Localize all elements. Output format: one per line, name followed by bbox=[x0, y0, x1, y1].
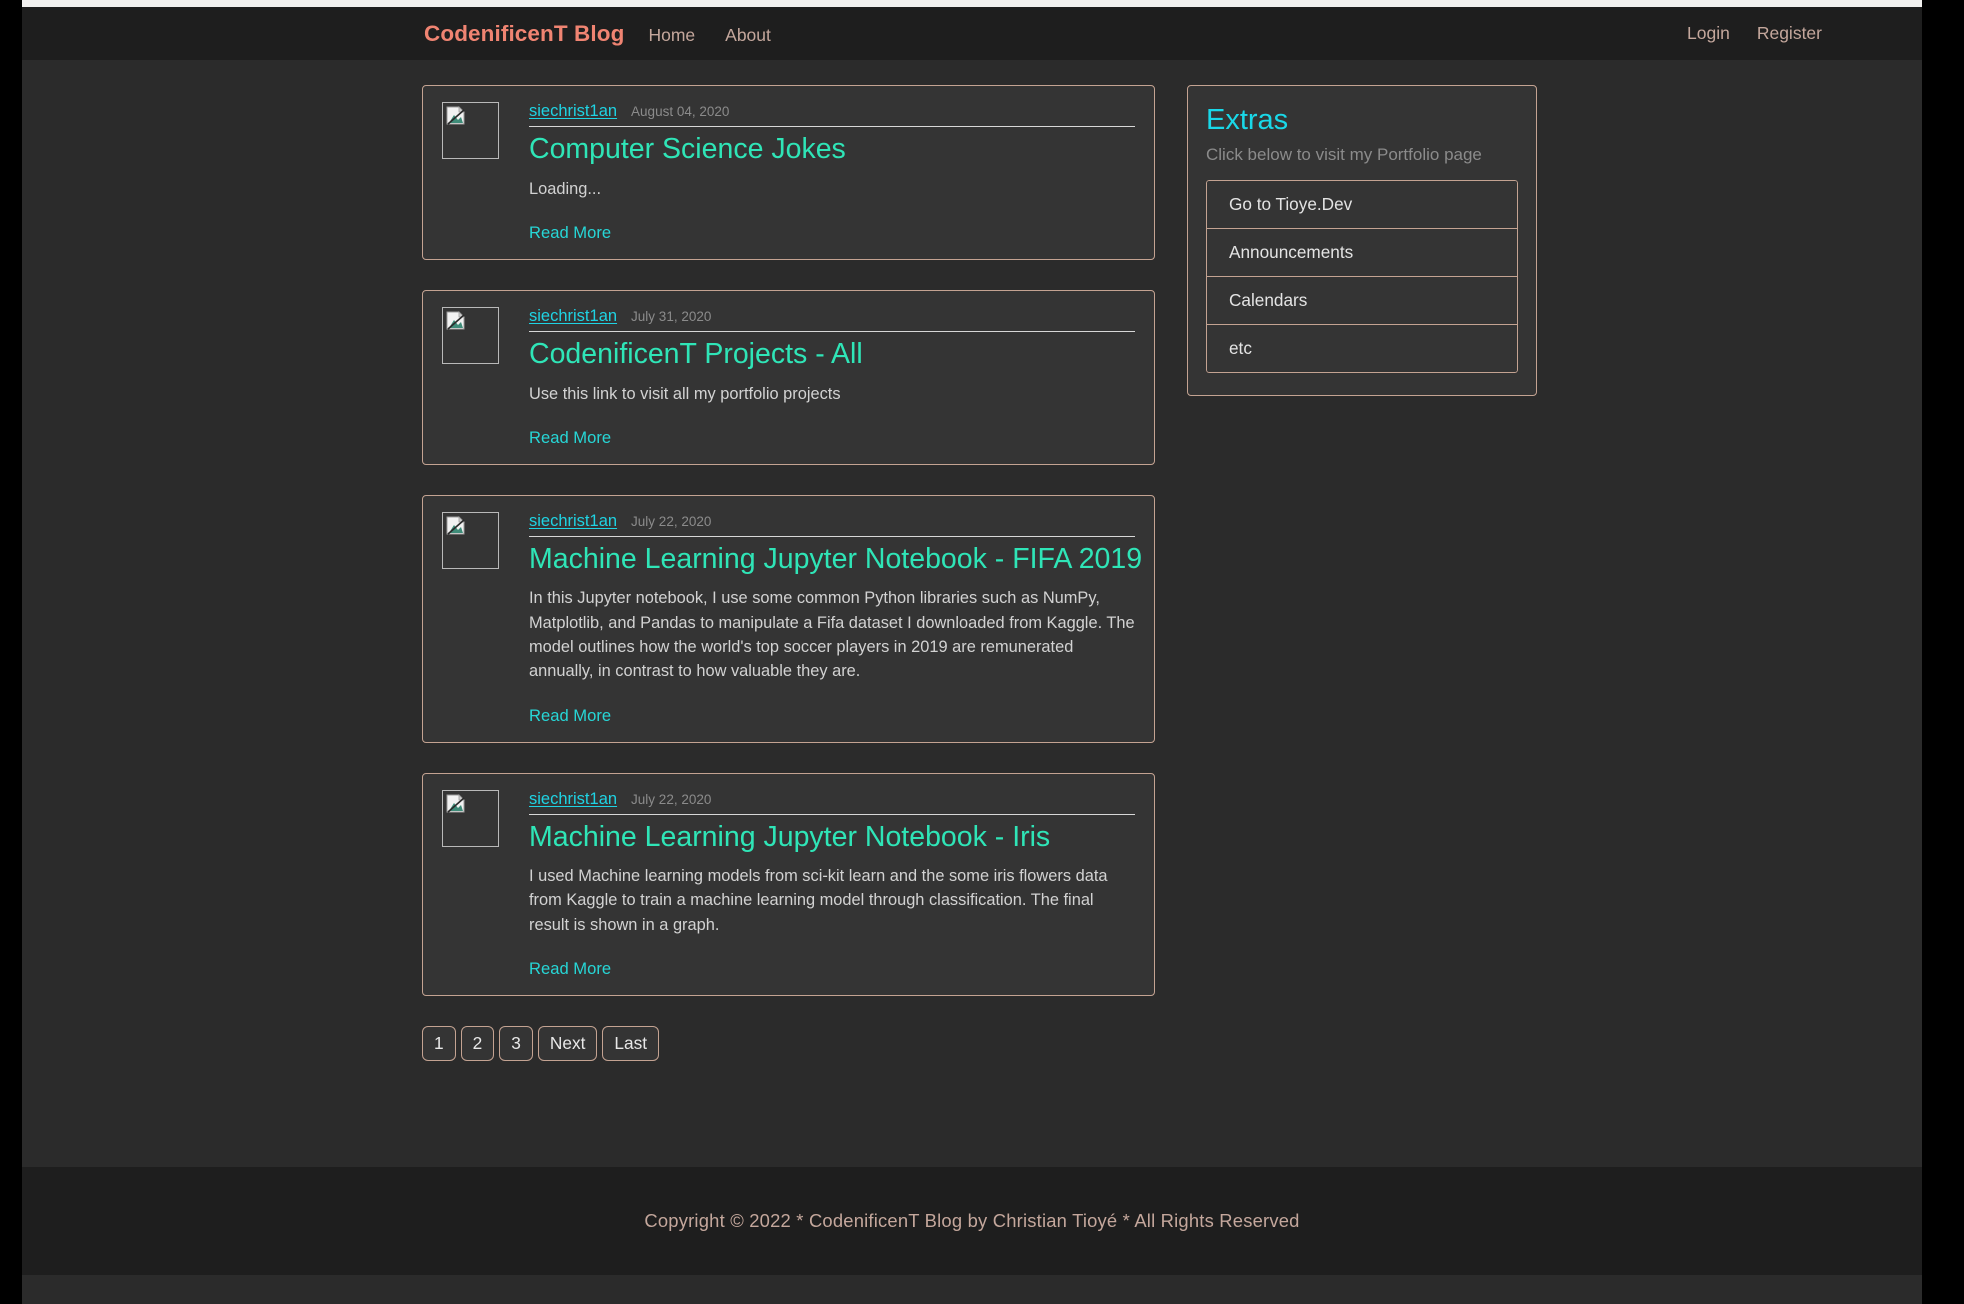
post-body: siechrist1an August 04, 2020 Computer Sc… bbox=[529, 102, 1135, 243]
navbar-links: Home About bbox=[648, 25, 770, 46]
post-thumbnail-wrap bbox=[442, 511, 515, 726]
screen: CodenificenT Blog Home About Login Regis… bbox=[0, 0, 1964, 1304]
post-excerpt: In this Jupyter notebook, I use some com… bbox=[529, 589, 1135, 681]
extras-item-etc[interactable]: etc bbox=[1206, 324, 1518, 374]
sidebar: Extras Click below to visit my Portfolio… bbox=[1187, 85, 1537, 397]
page-2[interactable]: 2 bbox=[460, 1026, 495, 1062]
post-title[interactable]: Computer Science Jokes bbox=[529, 132, 1135, 168]
post-body: siechrist1an July 22, 2020 Machine Learn… bbox=[529, 512, 1142, 726]
post-list: siechrist1an August 04, 2020 Computer Sc… bbox=[422, 85, 1155, 1062]
post-date: July 31, 2020 bbox=[631, 308, 712, 324]
browser-chrome-strip bbox=[22, 0, 1922, 7]
post-author-link[interactable]: siechrist1an bbox=[529, 790, 617, 809]
post-excerpt: I used Machine learning models from sci-… bbox=[529, 867, 1108, 934]
post-thumbnail-wrap bbox=[442, 306, 515, 448]
pagination: 1 2 3 Next Last bbox=[422, 1026, 1155, 1062]
post-title[interactable]: Machine Learning Jupyter Notebook - FIFA… bbox=[529, 542, 1142, 578]
navbar-right: Login Register bbox=[1687, 23, 1822, 44]
broken-image-icon bbox=[442, 306, 499, 364]
post-meta: siechrist1an July 31, 2020 bbox=[529, 307, 1135, 329]
post-date: August 04, 2020 bbox=[631, 104, 730, 119]
nav-link-about[interactable]: About bbox=[725, 25, 771, 46]
extras-subtitle: Click below to visit my Portfolio page bbox=[1206, 145, 1482, 165]
post-body: siechrist1an July 22, 2020 Machine Learn… bbox=[529, 790, 1135, 979]
page-viewport: CodenificenT Blog Home About Login Regis… bbox=[22, 7, 1922, 1304]
post-author-link[interactable]: siechrist1an bbox=[529, 512, 617, 531]
page-1[interactable]: 1 bbox=[422, 1026, 456, 1062]
extras-item-announcements[interactable]: Announcements bbox=[1206, 228, 1518, 277]
post-author-link[interactable]: siechrist1an bbox=[529, 307, 617, 326]
extras-item-tioye-dev[interactable]: Go to Tioye.Dev bbox=[1206, 180, 1518, 229]
broken-image-icon bbox=[442, 511, 499, 569]
extras-title: Extras bbox=[1206, 104, 1289, 136]
post-card[interactable]: siechrist1an July 31, 2020 CodenificenT … bbox=[422, 289, 1155, 465]
post-title[interactable]: CodenificenT Projects - All bbox=[529, 337, 1135, 373]
navbar-left: CodenificenT Blog Home About bbox=[424, 21, 771, 47]
extras-card: Extras Click below to visit my Portfolio… bbox=[1187, 85, 1537, 397]
post-meta: siechrist1an July 22, 2020 bbox=[529, 512, 1135, 534]
footer-copyright: Copyright © 2022 * CodenificenT Blog by … bbox=[644, 1210, 1300, 1231]
page-3[interactable]: 3 bbox=[499, 1026, 533, 1062]
page-last[interactable]: Last bbox=[602, 1026, 660, 1062]
extras-list: Go to Tioye.Dev Announcements Calendars … bbox=[1206, 180, 1518, 374]
post-meta: siechrist1an August 04, 2020 bbox=[529, 102, 1135, 124]
post-author-link[interactable]: siechrist1an bbox=[529, 102, 617, 121]
nav-link-login[interactable]: Login bbox=[1687, 23, 1730, 44]
read-more-link[interactable]: Read More bbox=[529, 223, 611, 243]
post-card[interactable]: siechrist1an July 22, 2020 Machine Learn… bbox=[422, 772, 1155, 997]
post-date: July 22, 2020 bbox=[631, 513, 712, 529]
post-title[interactable]: Machine Learning Jupyter Notebook - Iris bbox=[529, 820, 1135, 856]
post-date: July 22, 2020 bbox=[631, 791, 712, 807]
post-meta-divider bbox=[529, 813, 1135, 815]
post-excerpt: Loading... bbox=[529, 179, 601, 198]
post-thumbnail-wrap bbox=[442, 102, 515, 243]
read-more-link[interactable]: Read More bbox=[529, 959, 611, 979]
post-body: siechrist1an July 31, 2020 CodenificenT … bbox=[529, 307, 1135, 448]
footer: Copyright © 2022 * CodenificenT Blog by … bbox=[22, 1167, 1922, 1275]
broken-image-icon bbox=[442, 789, 499, 847]
extras-item-calendars[interactable]: Calendars bbox=[1206, 276, 1518, 325]
post-thumbnail-wrap bbox=[442, 789, 515, 979]
nav-link-home[interactable]: Home bbox=[648, 25, 695, 46]
post-card[interactable]: siechrist1an August 04, 2020 Computer Sc… bbox=[422, 85, 1155, 260]
page-next[interactable]: Next bbox=[537, 1026, 598, 1062]
nav-link-register[interactable]: Register bbox=[1757, 23, 1822, 44]
navbar: CodenificenT Blog Home About Login Regis… bbox=[22, 7, 1922, 60]
brand-logo[interactable]: CodenificenT Blog bbox=[424, 21, 624, 47]
post-meta-divider bbox=[529, 330, 1135, 332]
page-body: siechrist1an August 04, 2020 Computer Sc… bbox=[22, 60, 1922, 1160]
broken-image-icon bbox=[442, 102, 499, 159]
read-more-link[interactable]: Read More bbox=[529, 428, 611, 448]
read-more-link[interactable]: Read More bbox=[529, 706, 611, 726]
post-meta: siechrist1an July 22, 2020 bbox=[529, 790, 1135, 812]
post-card[interactable]: siechrist1an July 22, 2020 Machine Learn… bbox=[422, 494, 1155, 743]
content-row: siechrist1an August 04, 2020 Computer Sc… bbox=[422, 85, 1550, 1062]
post-excerpt: Use this link to visit all my portfolio … bbox=[529, 384, 841, 403]
post-meta-divider bbox=[529, 126, 1135, 127]
post-meta-divider bbox=[529, 535, 1135, 537]
footer-bottom-strip bbox=[22, 1275, 1922, 1304]
